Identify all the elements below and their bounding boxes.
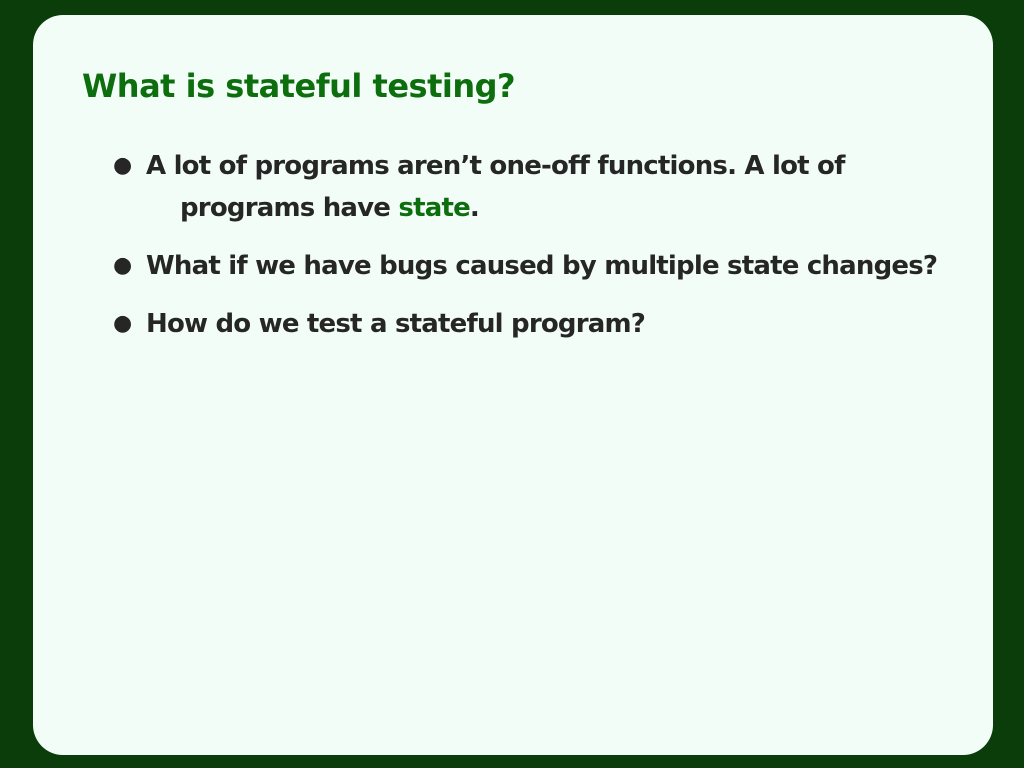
bullet-text-suffix: .	[469, 193, 480, 223]
slide: What is stateful testing? ● A lot of pro…	[33, 15, 993, 755]
bullet-text-prefix: programs have	[180, 193, 399, 223]
bullet-list: ● A lot of programs aren’t one-off funct…	[33, 145, 993, 345]
bullet-item: ● A lot of programs aren’t one-off funct…	[33, 145, 993, 229]
bullet-item: ● What if we have bugs caused by multipl…	[33, 245, 993, 287]
bullet-dot-icon: ●	[113, 311, 132, 336]
bullet-text: A lot of programs aren’t one-off functio…	[146, 151, 845, 181]
highlighted-term: state	[398, 193, 470, 223]
bullet-dot-icon: ●	[113, 253, 132, 278]
bullet-text: What if we have bugs caused by multiple …	[146, 251, 938, 281]
slide-title: What is stateful testing?	[82, 67, 516, 105]
bullet-item: ● How do we test a stateful program?	[33, 303, 993, 345]
bullet-text: How do we test a stateful program?	[146, 309, 646, 339]
bullet-dot-icon: ●	[113, 153, 132, 178]
bullet-text-continuation: programs have state.	[146, 187, 993, 229]
